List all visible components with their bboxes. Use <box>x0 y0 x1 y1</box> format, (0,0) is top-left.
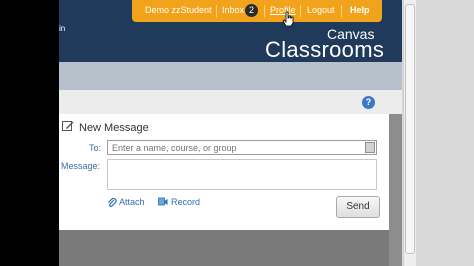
send-button[interactable]: Send <box>336 196 380 218</box>
recipient-input[interactable] <box>107 140 377 155</box>
help-icon[interactable]: ? <box>362 96 375 109</box>
address-book-icon[interactable] <box>365 142 375 153</box>
background-overlay <box>59 230 389 266</box>
record-link[interactable]: Record <box>171 197 200 207</box>
top-user-menu: Demo zzStudent Inbox 2 Profile Logout He… <box>132 0 382 22</box>
logout-link[interactable]: Logout <box>307 5 335 15</box>
hand-cursor-icon <box>282 11 294 27</box>
menu-divider <box>300 5 301 17</box>
header-partial-text: in <box>59 24 66 33</box>
nav-bar <box>59 62 402 90</box>
left-letterbox <box>0 0 59 266</box>
inbox-count-badge: 2 <box>245 4 258 17</box>
message-label: Message: <box>61 161 101 171</box>
user-name-link[interactable]: Demo zzStudent <box>145 5 212 15</box>
inbox-link[interactable]: Inbox <box>222 5 244 15</box>
scrollbar-thumb[interactable] <box>405 4 415 254</box>
pencil-icon[interactable] <box>62 120 74 131</box>
menu-divider <box>341 5 342 17</box>
media-icon[interactable] <box>158 197 168 207</box>
paperclip-icon[interactable] <box>107 198 117 208</box>
message-body-field[interactable] <box>107 159 377 190</box>
toolbar-strip <box>59 90 402 115</box>
background-overlay-edge <box>389 114 402 266</box>
menu-divider <box>264 5 265 17</box>
attach-link[interactable]: Attach <box>119 197 145 207</box>
help-link[interactable]: Help <box>350 5 370 15</box>
brand-line-2: Classrooms <box>265 37 385 62</box>
menu-divider <box>216 5 217 17</box>
to-label: To: <box>89 143 102 153</box>
new-message-title[interactable]: New Message <box>79 122 149 134</box>
